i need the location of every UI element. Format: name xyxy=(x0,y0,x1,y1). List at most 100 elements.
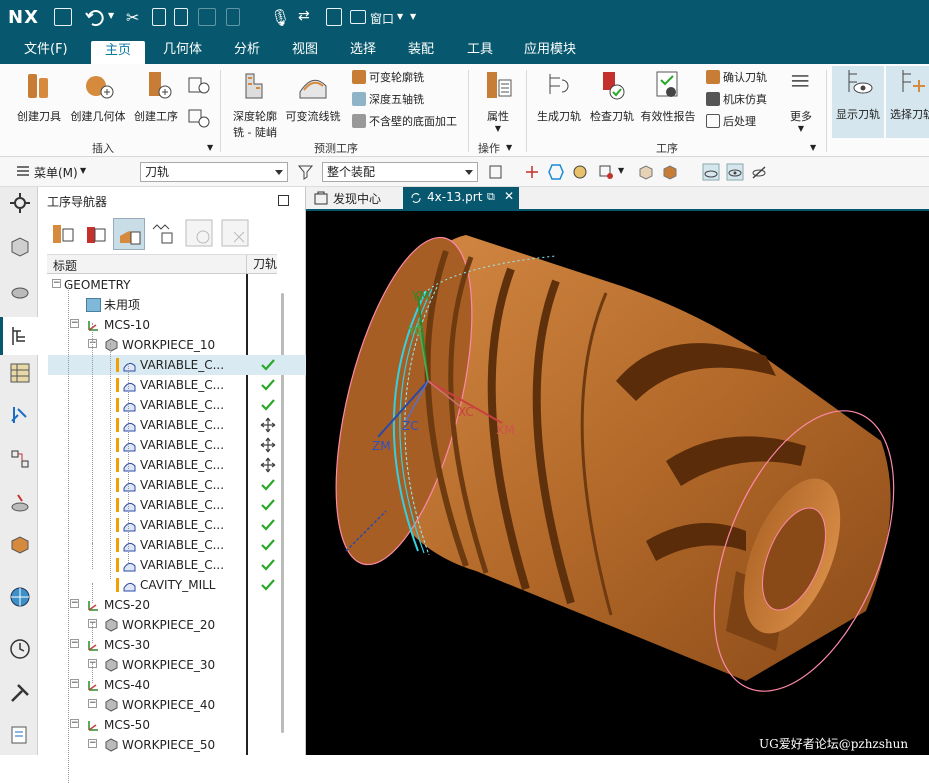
close-tab-icon[interactable]: ✕ xyxy=(504,189,514,203)
point-snap-icon[interactable] xyxy=(598,164,614,180)
tree-node[interactable]: CAVITY_MILL xyxy=(48,575,312,595)
collapse-toggle-icon[interactable]: − xyxy=(70,319,79,328)
variable-streamline-button[interactable]: 可变流线铣 xyxy=(284,68,342,124)
maximize-panel-icon[interactable] xyxy=(278,195,289,206)
menu-view[interactable]: 视图 xyxy=(292,40,318,62)
tree-node[interactable]: VARIABLE_C... xyxy=(48,395,312,415)
mcs-display-icon[interactable] xyxy=(702,163,720,181)
customize-quick-access-icon[interactable]: ▼ xyxy=(410,12,416,21)
generate-toolpath-button[interactable]: 生成刀轨 xyxy=(532,68,586,124)
program-order-view-icon[interactable] xyxy=(50,221,76,247)
menu-applications[interactable]: 应用模块 xyxy=(524,40,576,62)
more-dropdown-icon[interactable]: ▼ xyxy=(782,124,820,133)
collapse-toggle-icon[interactable]: − xyxy=(70,679,79,688)
tree-node[interactable]: − WORKPIECE_20 xyxy=(48,615,312,635)
menu-file[interactable]: 文件(F) xyxy=(24,40,68,62)
collapse-toggle-icon[interactable]: − xyxy=(52,279,61,288)
tree-node[interactable]: 未用项 xyxy=(48,295,312,315)
history-icon[interactable] xyxy=(8,637,32,661)
zlevel-profile-steep-button[interactable]: 深度轮廓 铣 - 陡峭 xyxy=(226,68,284,140)
operation-group-dropdown-icon[interactable]: ▼ xyxy=(506,143,512,152)
tree-node[interactable]: − WORKPIECE_40 xyxy=(48,695,312,715)
tree-node[interactable]: VARIABLE_C... xyxy=(48,435,312,455)
menu-home[interactable]: 主页 xyxy=(91,41,146,64)
window-dropdown-icon[interactable]: ▼ xyxy=(397,12,403,21)
select-settings-icon[interactable] xyxy=(488,164,504,180)
paste-icon[interactable] xyxy=(174,8,188,26)
collapse-toggle-icon[interactable]: − xyxy=(70,599,79,608)
tree-node[interactable]: − MCS-30 xyxy=(48,635,312,655)
geometry-view-button[interactable] xyxy=(113,218,145,250)
tab-part-file[interactable]: 4x-13.prt ⧉ ✕ xyxy=(403,187,519,209)
snap-point-icon[interactable] xyxy=(524,164,540,180)
tree-node[interactable]: VARIABLE_C... xyxy=(48,515,312,535)
process-group-dropdown-icon[interactable]: ▼ xyxy=(810,143,816,152)
collapse-toggle-icon[interactable]: − xyxy=(88,699,97,708)
tree-node[interactable]: − MCS-20 xyxy=(48,595,312,615)
microphone-icon[interactable]: 🎙 xyxy=(270,8,290,27)
create-method-icon[interactable] xyxy=(186,72,212,98)
variable-contour-button[interactable]: 可变轮廓铣 xyxy=(352,69,424,87)
part-navigator-icon[interactable] xyxy=(8,235,32,259)
gear-icon[interactable] xyxy=(8,191,32,215)
verify-toolpath-button[interactable]: 确认刀轨 xyxy=(706,69,767,87)
menu-tools[interactable]: 工具 xyxy=(467,40,493,62)
deep-5axis-button[interactable]: 深度五轴铣 xyxy=(352,91,424,109)
web-browser-icon[interactable] xyxy=(8,585,32,609)
undo-icon[interactable] xyxy=(84,8,104,28)
menu-analysis[interactable]: 分析 xyxy=(234,40,260,62)
tree-node[interactable]: VARIABLE_C... xyxy=(48,455,312,475)
tree-node[interactable]: VARIABLE_C... xyxy=(48,535,312,555)
column-toolpath[interactable]: 刀轨 xyxy=(246,255,277,275)
operation-navigator-tab[interactable] xyxy=(0,317,38,355)
tool-library-icon[interactable] xyxy=(8,403,32,427)
tools-icon[interactable] xyxy=(8,681,32,705)
select-toolpath-button[interactable]: 选择刀轨 xyxy=(886,66,929,138)
pin-tab-icon[interactable]: ⧉ xyxy=(487,190,495,204)
hide-icon[interactable] xyxy=(750,163,768,181)
paste-special-icon[interactable] xyxy=(198,8,216,26)
properties-dropdown-icon[interactable]: ▼ xyxy=(474,124,522,133)
tree-node[interactable]: − GEOMETRY xyxy=(48,275,312,295)
machining-method-view-icon[interactable] xyxy=(150,221,176,247)
create-geometry-button[interactable]: 创建几何体 xyxy=(68,68,128,124)
tab-discovery-center[interactable]: 发现中心 xyxy=(306,187,402,209)
tree-node[interactable]: − WORKPIECE_10 xyxy=(48,335,312,355)
create-program-icon[interactable] xyxy=(186,104,212,130)
menu-assembly[interactable]: 装配 xyxy=(408,40,434,62)
tree-node[interactable]: − MCS-50 xyxy=(48,715,312,735)
hexagon-icon[interactable] xyxy=(548,164,564,180)
tree-node[interactable]: VARIABLE_C... xyxy=(48,355,312,375)
collapse-toggle-icon[interactable]: − xyxy=(88,739,97,748)
tree-node[interactable]: VARIABLE_C... xyxy=(48,495,312,515)
show-toolpath-button[interactable]: 显示刀轨 xyxy=(832,66,884,138)
tree-node[interactable]: VARIABLE_C... xyxy=(48,375,312,395)
switch-window-icon[interactable] xyxy=(326,8,342,26)
point-snap-dropdown-icon[interactable]: ▼ xyxy=(618,166,624,175)
more-button[interactable]: 更多 ▼ xyxy=(782,68,820,133)
machine-tool-navigator-icon[interactable] xyxy=(8,361,32,385)
box-icon[interactable] xyxy=(638,164,654,180)
create-tool-button[interactable]: 创建刀具 xyxy=(14,68,64,124)
properties-button[interactable]: 属性 ▼ xyxy=(474,68,522,133)
floor-no-wall-button[interactable]: 不含壁的底面加工 xyxy=(352,113,457,131)
window-menu[interactable]: 窗口 xyxy=(370,10,394,27)
collapse-toggle-icon[interactable]: − xyxy=(70,719,79,728)
tree-node[interactable]: − MCS-40 xyxy=(48,675,312,695)
tree-node[interactable]: − MCS-10 xyxy=(48,315,312,335)
save-icon[interactable] xyxy=(54,8,72,26)
menu-geometry[interactable]: 几何体 xyxy=(163,40,202,62)
tree-node[interactable]: VARIABLE_C... xyxy=(48,555,312,575)
undo-dropdown-icon[interactable]: ▼ xyxy=(108,11,114,20)
cut-icon[interactable]: ✂ xyxy=(126,8,139,27)
tree-node[interactable]: − WORKPIECE_30 xyxy=(48,655,312,675)
touch-mode-icon[interactable]: ⇄ xyxy=(298,8,310,24)
validity-report-button[interactable]: 有效性报告 xyxy=(638,68,698,124)
tree-node[interactable]: VARIABLE_C... xyxy=(48,475,312,495)
verify-tool-button[interactable]: 检查刀轨 xyxy=(586,68,638,124)
scope-select[interactable]: 整个装配 xyxy=(322,162,478,182)
graphics-window[interactable]: YM YC ZC ZM XC XM UG爱好者论坛@pzhzshun xyxy=(306,211,929,755)
repeat-command-icon[interactable] xyxy=(226,8,240,26)
filter-icon[interactable] xyxy=(298,164,314,180)
snap-grid-icon[interactable] xyxy=(572,164,588,180)
